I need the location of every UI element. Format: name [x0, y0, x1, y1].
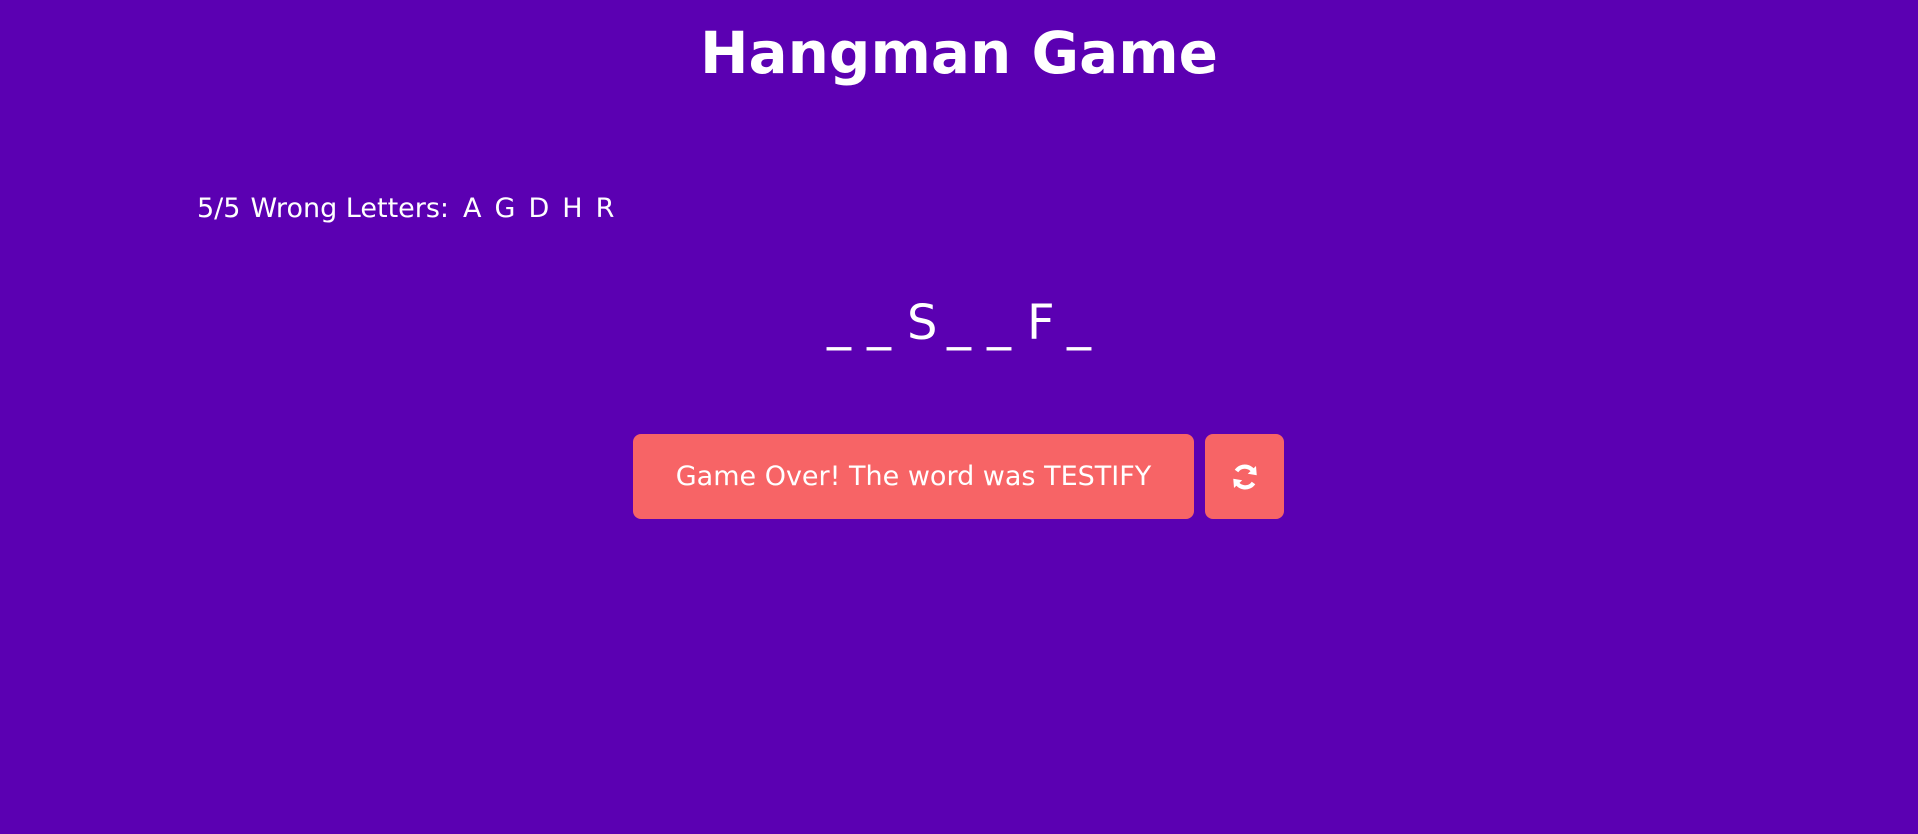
- wrong-letters-label: Wrong Letters:: [250, 192, 450, 224]
- wrong-count: 5/5: [197, 192, 241, 224]
- wrong-letter: G: [494, 192, 516, 224]
- wrong-letter: H: [562, 192, 583, 224]
- word-letter-slot: _: [947, 295, 971, 351]
- refresh-icon: [1230, 462, 1260, 492]
- wrong-letter: D: [528, 192, 550, 224]
- word-letter-slot: F: [1027, 295, 1055, 351]
- wrong-letter: R: [595, 192, 615, 224]
- wrong-letter: A: [463, 192, 482, 224]
- word-letter-slot: S: [907, 295, 938, 351]
- word-letter-slot: _: [1067, 295, 1091, 351]
- page-title: Hangman Game: [699, 19, 1219, 87]
- wrong-letters-list: A G D H R: [463, 193, 614, 224]
- hangman-page: Hangman Game 5/5 Wrong Letters: A G D H …: [0, 0, 1918, 834]
- word-letter-slot: _: [867, 295, 891, 351]
- restart-button[interactable]: [1205, 434, 1284, 519]
- word-display: _ _ S _ _ F _: [0, 290, 1918, 356]
- word-letter-slot: _: [827, 295, 851, 351]
- wrong-letters-panel: 5/5 Wrong Letters: A G D H R: [197, 188, 614, 228]
- word-letter-slot: _: [987, 295, 1011, 351]
- game-actions: Game Over! The word was TESTIFY: [633, 434, 1284, 519]
- game-status-button[interactable]: Game Over! The word was TESTIFY: [633, 434, 1194, 519]
